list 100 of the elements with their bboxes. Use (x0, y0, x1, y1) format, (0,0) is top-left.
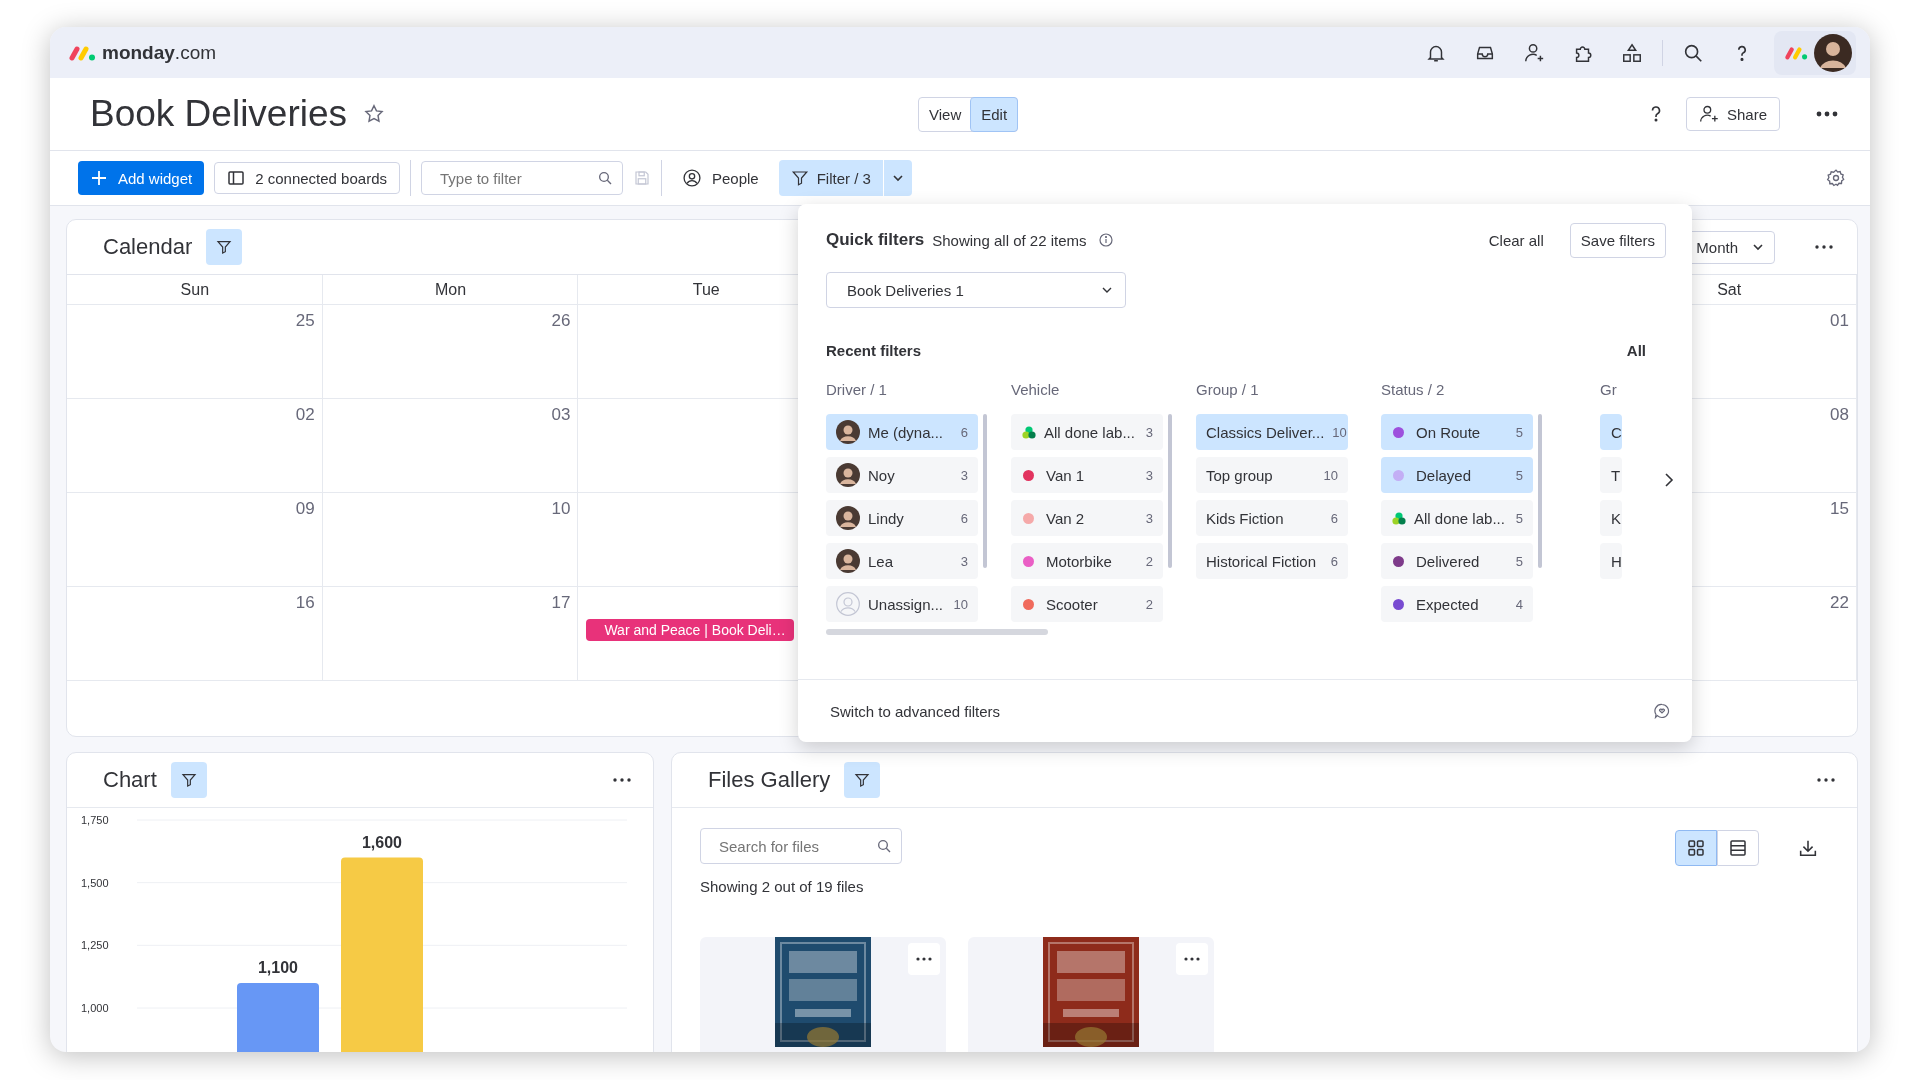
filter-field[interactable]: Type to filter (421, 161, 623, 195)
more-icon[interactable] (613, 778, 631, 782)
file-card[interactable] (968, 937, 1214, 1052)
scrollbar[interactable] (1538, 414, 1542, 568)
day-number: 10 (551, 499, 571, 519)
filter-dropdown-button[interactable] (883, 160, 912, 196)
advanced-filters-link[interactable]: Switch to advanced filters (822, 696, 1009, 726)
day-number: 15 (1830, 499, 1849, 519)
grid-icon (1686, 838, 1706, 858)
avatar-icon (836, 506, 860, 530)
day-number: 16 (295, 593, 315, 613)
filter-column-heading: Vehicle (1011, 381, 1061, 400)
filter-option[interactable]: Van 1 3 (1011, 457, 1163, 493)
feedback-icon[interactable] (1654, 703, 1670, 719)
filter-option[interactable]: All done lab... 5 (1381, 500, 1533, 536)
settings-icon[interactable] (1826, 168, 1846, 188)
panel-title: Quick filters (826, 230, 925, 250)
add-widget-button[interactable]: Add widget (78, 161, 205, 195)
person-circle-icon (682, 168, 702, 188)
filter-option[interactable]: Van 2 3 (1011, 500, 1163, 536)
day-number: 25 (295, 311, 315, 331)
star-icon[interactable] (363, 103, 386, 125)
more-icon[interactable] (1817, 778, 1835, 782)
user-avatar-icon[interactable] (1814, 33, 1852, 72)
section-heading: All (1626, 342, 1646, 359)
filter-option[interactable]: All done lab... 3 (1011, 414, 1163, 450)
filter-option[interactable]: K (1600, 500, 1622, 536)
logo-icon (1784, 44, 1808, 61)
more-icon (1184, 957, 1200, 961)
filter-option[interactable]: Lindy 6 (826, 500, 978, 536)
filter-column-heading: Group / 1 (1196, 381, 1260, 400)
info-icon[interactable] (1098, 233, 1113, 247)
list-view-button[interactable] (1717, 830, 1759, 866)
share-button[interactable]: Share (1685, 97, 1780, 131)
scrollbar[interactable] (983, 414, 987, 568)
axis-tick-label: 1,000 (81, 1002, 109, 1014)
connected-boards-button[interactable]: 2 connected boards (214, 162, 400, 194)
add-person-icon (1698, 104, 1719, 124)
shapes-icon[interactable] (1621, 41, 1643, 64)
day-number: 22 (1830, 593, 1849, 613)
grid-view-button[interactable] (1675, 830, 1717, 866)
save-filters-button[interactable]: Save filters (1569, 222, 1666, 258)
widget-filter-button[interactable] (206, 229, 243, 265)
invite-person-icon[interactable] (1523, 41, 1545, 64)
day-number: 02 (295, 405, 315, 425)
file-count: Showing 2 out of 19 files (700, 878, 865, 895)
day-number: 03 (551, 405, 571, 425)
search-field[interactable]: Search for files (700, 828, 902, 864)
filter-option[interactable]: T (1600, 457, 1622, 493)
widget-filter-button[interactable] (844, 762, 881, 798)
filter-option[interactable]: On Route 5 (1381, 414, 1533, 450)
filter-option[interactable]: Motorbike 2 (1011, 543, 1163, 579)
dots-cluster-icon (1392, 511, 1406, 525)
day-number: 08 (1830, 405, 1849, 425)
filter-option[interactable]: Historical Fiction 6 (1196, 543, 1348, 579)
axis-tick-label: 1,750 (81, 814, 109, 826)
search-icon (876, 838, 892, 854)
filter-option[interactable]: Classics Deliver... 10 (1196, 414, 1348, 450)
filter-option[interactable]: Top group 10 (1196, 457, 1348, 493)
filter-option[interactable]: Kids Fiction 6 (1196, 500, 1348, 536)
filter-option[interactable]: C (1600, 414, 1622, 450)
mode-tab[interactable]: View (919, 97, 972, 131)
filter-option[interactable]: Expected 4 (1381, 586, 1533, 622)
more-icon[interactable] (1815, 245, 1833, 249)
filter-option[interactable]: Me (dyna... 6 (826, 414, 978, 450)
chevron-right-icon[interactable] (1663, 471, 1675, 489)
more-icon (916, 957, 932, 961)
account-switcher[interactable] (1774, 30, 1856, 75)
dots-cluster-icon (1022, 425, 1036, 439)
widget-filter-button[interactable] (170, 762, 207, 798)
scrollbar[interactable] (826, 629, 1048, 635)
filter-icon (180, 772, 197, 788)
clear-all-button[interactable]: Clear all (1480, 225, 1552, 255)
search-icon (597, 170, 613, 186)
filter-icon (790, 169, 809, 187)
calendar-event[interactable]: War and Peace | Book Deli… (586, 619, 794, 641)
widget-title: Calendar (103, 234, 193, 260)
file-card[interactable] (700, 937, 946, 1052)
filter-option[interactable]: Lea 3 (826, 543, 978, 579)
filter-option[interactable]: Scooter 2 (1011, 586, 1163, 622)
weekday-header: Sun (67, 275, 323, 305)
list-icon (1728, 838, 1748, 858)
board-icon (227, 169, 246, 187)
day-number: 26 (551, 311, 571, 331)
filter-option[interactable]: Delivered 5 (1381, 543, 1533, 579)
more-icon[interactable] (1816, 111, 1838, 117)
people-filter-button[interactable]: People (672, 162, 769, 194)
section-heading: Recent filters (826, 342, 922, 359)
scrollbar[interactable] (1168, 414, 1172, 568)
filter-option[interactable]: H (1600, 543, 1622, 579)
filter-option[interactable]: Delayed 5 (1381, 457, 1533, 493)
widget-title: Chart (103, 767, 157, 793)
filter-option[interactable]: Noy 3 (826, 457, 978, 493)
filter-button[interactable]: Filter / 3 (778, 160, 883, 196)
filter-option[interactable]: Unassign... 10 (826, 586, 978, 622)
filter-icon (854, 772, 871, 788)
mode-tab[interactable]: Edit (971, 97, 1018, 131)
board-dropdown[interactable]: Book Deliveries 1 (826, 272, 1126, 308)
item-count: Showing all of 22 items (932, 231, 1087, 249)
widget-title: Files Gallery (708, 767, 831, 793)
